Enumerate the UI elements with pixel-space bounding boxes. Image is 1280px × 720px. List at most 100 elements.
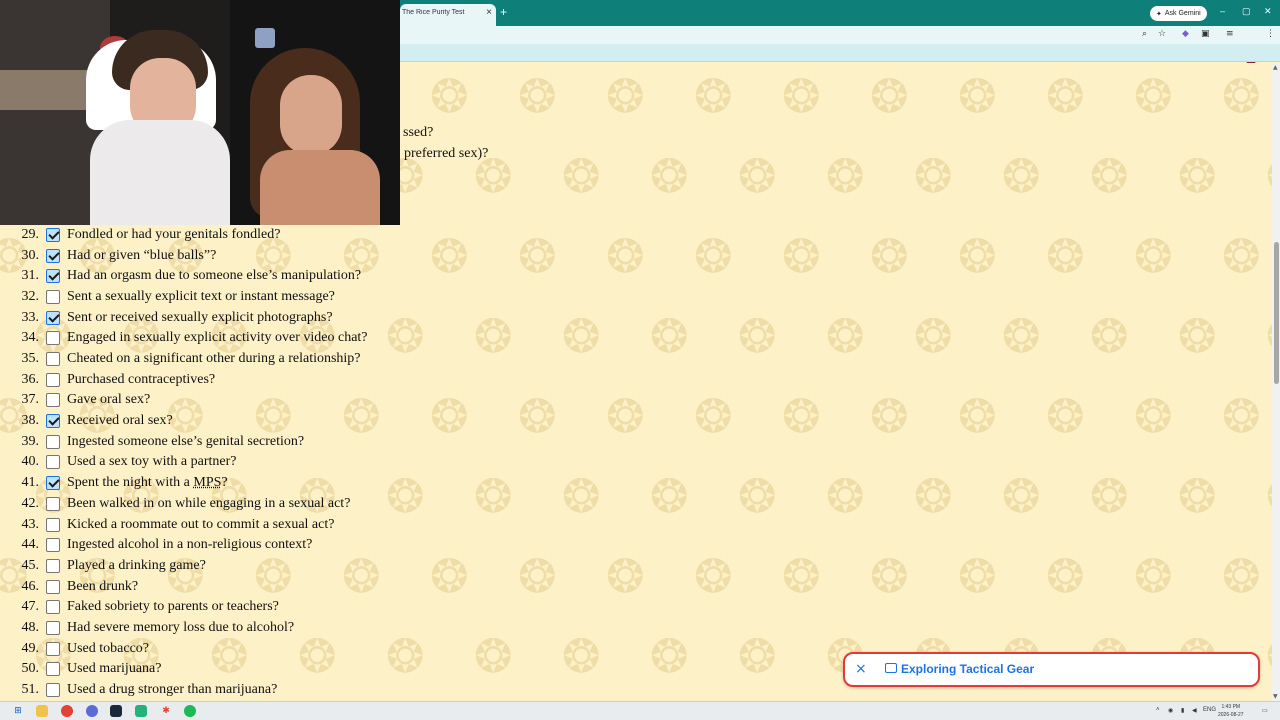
webcam-counter: [0, 70, 90, 110]
question-text: Engaged in sexually explicit activity ov…: [67, 330, 368, 346]
question-number: 44.: [21, 537, 40, 553]
maximize-icon[interactable]: ▢: [1242, 6, 1251, 17]
question-checkbox[interactable]: [46, 558, 60, 573]
spotify-icon[interactable]: [184, 705, 196, 717]
owl-pattern-icon: ❂: [1090, 469, 1129, 523]
question-text: Used marijuana?: [67, 661, 162, 677]
question-checkbox[interactable]: [46, 310, 60, 325]
question-checkbox[interactable]: [46, 393, 60, 408]
question-checkbox[interactable]: [46, 372, 60, 387]
new-tab-icon[interactable]: +: [500, 5, 507, 19]
system-clock[interactable]: 1:43 PM 2026-08-27: [1218, 703, 1244, 719]
question-text: Spent the night with a MPS?: [67, 475, 228, 491]
question-text: Used a sex toy with a partner?: [67, 454, 237, 470]
network-icon[interactable]: ◉: [1168, 707, 1173, 714]
question-checkbox[interactable]: [46, 579, 60, 594]
mic-icon[interactable]: ▮: [1181, 707, 1184, 714]
zoom-icon[interactable]: ⌕: [1142, 29, 1147, 39]
question-row: 34. Engaged in sexually explicit activity…: [0, 328, 420, 348]
question-row: 33. Sent or received sexually explicit ph…: [0, 308, 420, 328]
question-row: 51. Used a drug stronger than marijuana?: [0, 680, 420, 700]
question-row: 46. Been drunk?: [0, 577, 420, 597]
scroll-down-icon[interactable]: ▼: [1273, 693, 1278, 700]
tab-close-icon[interactable]: ×: [486, 7, 492, 18]
close-window-icon[interactable]: ✕: [1264, 6, 1272, 17]
toast-close-icon[interactable]: ×: [855, 661, 867, 677]
owl-pattern-icon: ❂: [1046, 229, 1085, 283]
scrollbar-thumb[interactable]: [1274, 242, 1279, 384]
question-text: Been drunk?: [67, 578, 139, 594]
owl-pattern-icon: ❂: [650, 469, 689, 523]
volume-icon[interactable]: ◀: [1192, 707, 1197, 714]
question-row: 35. Cheated on a significant other during…: [0, 349, 420, 369]
abbreviation[interactable]: MPS: [193, 475, 221, 490]
gemini-sparkle-icon: ✦: [1156, 10, 1162, 18]
owl-pattern-icon: ❂: [1222, 549, 1261, 603]
minimize-icon[interactable]: –: [1220, 6, 1225, 16]
question-number: 39.: [21, 433, 40, 449]
question-checkbox[interactable]: [46, 290, 60, 305]
question-checkbox[interactable]: [46, 434, 60, 449]
question-row: 32. Sent a sexually explicit text or inst…: [0, 287, 420, 307]
owl-pattern-icon: ❂: [694, 389, 733, 443]
scroll-up-icon[interactable]: ▲: [1273, 64, 1278, 71]
extensions-puzzle-icon[interactable]: ▣: [1201, 29, 1210, 39]
owl-pattern-icon: ❂: [694, 69, 733, 123]
question-checkbox[interactable]: [46, 455, 60, 470]
question-checkbox[interactable]: [46, 414, 60, 429]
bookmark-star-icon[interactable]: ☆: [1158, 29, 1166, 39]
question-text: Been walked in on while engaging in a se…: [67, 495, 351, 511]
owl-pattern-icon: ❂: [870, 549, 909, 603]
question-checkbox[interactable]: [46, 517, 60, 532]
owl-pattern-icon: ❂: [1046, 69, 1085, 123]
question-checkbox[interactable]: [46, 538, 60, 553]
app-icon[interactable]: ✱: [160, 705, 172, 717]
question-row: 49. Used tobacco?: [0, 639, 420, 659]
notification-toast[interactable]: × Exploring Tactical Gear: [843, 652, 1260, 687]
owl-pattern-icon: ❂: [562, 469, 601, 523]
question-number: 36.: [21, 371, 40, 387]
question-checkbox[interactable]: [46, 476, 60, 491]
ask-gemini-button[interactable]: ✦ Ask Gemini: [1150, 6, 1207, 21]
question-text: Ingested alcohol in a non-religious cont…: [67, 537, 313, 553]
toast-text[interactable]: Exploring Tactical Gear: [901, 662, 1034, 676]
question-checkbox[interactable]: [46, 641, 60, 656]
owl-pattern-icon: ❂: [1046, 549, 1085, 603]
tray-chevron-icon[interactable]: ˄: [1156, 707, 1160, 713]
question-text: Purchased contraceptives?: [67, 371, 216, 387]
menu-kebab-icon[interactable]: ⋮: [1266, 29, 1275, 39]
question-checkbox[interactable]: [46, 682, 60, 697]
question-number: 35.: [21, 351, 40, 367]
owl-pattern-icon: ❂: [782, 549, 821, 603]
question-checkbox[interactable]: [46, 496, 60, 511]
owl-pattern-icon: ❂: [1046, 389, 1085, 443]
owl-pattern-icon: ❂: [826, 469, 865, 523]
partial-question-text: ssed?: [403, 125, 434, 140]
app-icon[interactable]: [135, 705, 147, 717]
question-checkbox[interactable]: [46, 228, 60, 242]
question-checkbox[interactable]: [46, 269, 60, 284]
question-checkbox[interactable]: [46, 600, 60, 615]
extension-icon[interactable]: ◆: [1182, 29, 1189, 39]
notification-icon[interactable]: ▭: [1262, 707, 1268, 714]
question-checkbox[interactable]: [46, 662, 60, 677]
owl-pattern-icon: ❂: [694, 549, 733, 603]
browser-tab-active[interactable]: The Rice Purity Test ×: [400, 4, 496, 26]
steam-icon[interactable]: [110, 705, 122, 717]
owl-pattern-icon: ❂: [914, 149, 953, 203]
question-checkbox[interactable]: [46, 620, 60, 635]
owl-pattern-icon: ❂: [1134, 389, 1173, 443]
owl-pattern-icon: ❂: [606, 389, 645, 443]
chrome-icon[interactable]: [61, 705, 73, 717]
windows-start-icon[interactable]: ⊞: [12, 705, 24, 717]
question-checkbox[interactable]: [46, 248, 60, 263]
app-icon[interactable]: [86, 705, 98, 717]
language-indicator[interactable]: ENG: [1203, 707, 1216, 713]
question-row: 44. Ingested alcohol in a non-religious c…: [0, 535, 420, 555]
question-checkbox[interactable]: [46, 331, 60, 346]
question-text: Sent or received sexually explicit photo…: [67, 309, 333, 325]
question-checkbox[interactable]: [46, 352, 60, 367]
webcam-person-body: [260, 150, 380, 225]
reading-list-icon[interactable]: ≡: [1226, 29, 1234, 39]
file-explorer-icon[interactable]: [36, 705, 48, 717]
